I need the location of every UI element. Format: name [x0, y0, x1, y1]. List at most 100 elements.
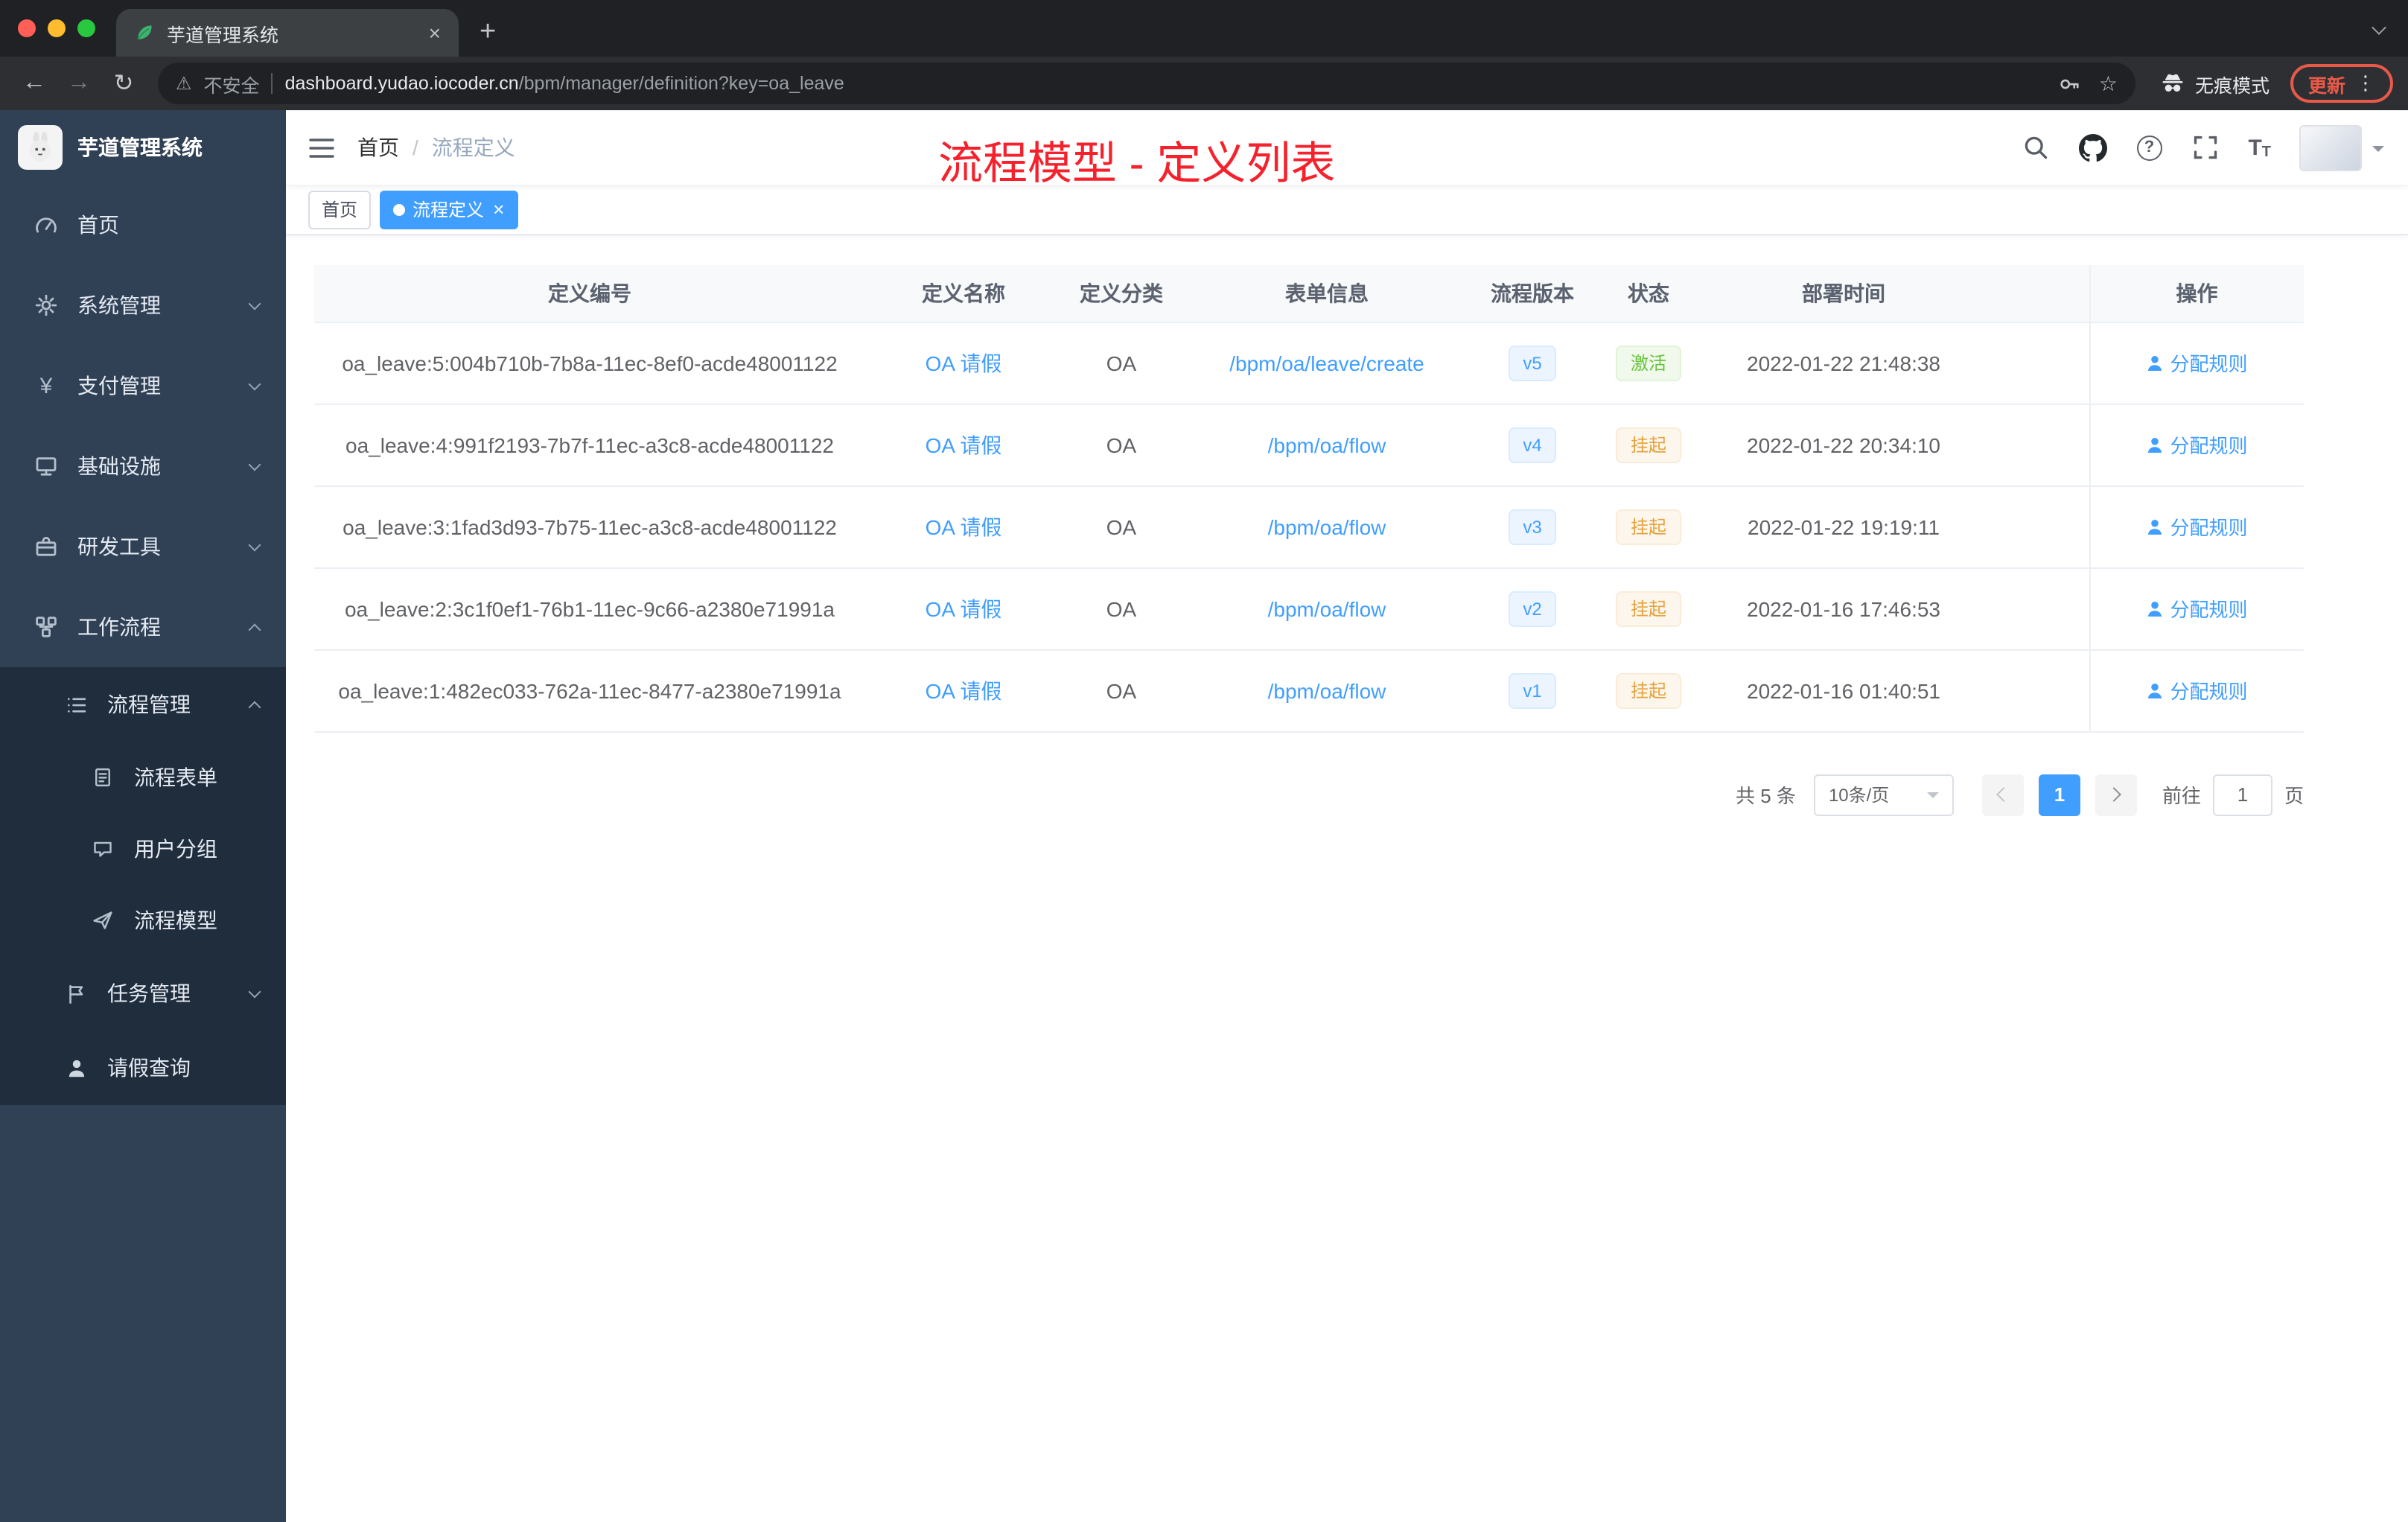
- browser-tabstrip: 芋道管理系统 × +: [0, 0, 2408, 57]
- next-page-button[interactable]: [2095, 774, 2137, 815]
- window-zoom-button[interactable]: [77, 19, 95, 37]
- prev-page-button[interactable]: [1981, 774, 2024, 815]
- version-badge: v4: [1508, 427, 1557, 462]
- active-tag-dot: [393, 203, 406, 215]
- navbar-actions: ? TT: [2020, 124, 2384, 171]
- definition-name-link[interactable]: OA 请假: [926, 678, 1002, 702]
- url-path: /bpm/manager/definition?key=oa_leave: [518, 73, 844, 94]
- form-info-link[interactable]: /bpm/oa/flow: [1268, 433, 1386, 456]
- sidebar-item-devtools[interactable]: 研发工具: [0, 506, 286, 587]
- search-icon[interactable]: [2020, 133, 2050, 162]
- definition-name-link[interactable]: OA 请假: [926, 515, 1002, 538]
- definition-name-link[interactable]: OA 请假: [926, 351, 1002, 375]
- bookmark-star-icon[interactable]: ☆: [2099, 71, 2118, 96]
- address-bar[interactable]: ⚠ 不安全 dashboard.yudao.iocoder.cn/bpm/man…: [158, 63, 2135, 104]
- sidebar-item-payment[interactable]: ¥ 支付管理: [0, 346, 286, 426]
- chevron-left-icon: [1997, 787, 2012, 802]
- tab-search-icon[interactable]: [2372, 20, 2386, 35]
- sidebar-item-user-group[interactable]: 用户分组: [0, 813, 286, 885]
- assign-rule-link[interactable]: 分配规则: [2146, 512, 2248, 541]
- avatar[interactable]: [2299, 124, 2362, 171]
- form-info-link[interactable]: /bpm/oa/flow: [1268, 596, 1386, 620]
- omnibox-divider: [271, 73, 273, 94]
- sidebar-item-system[interactable]: 系统管理: [0, 265, 286, 346]
- sidebar-item-leave-query[interactable]: 请假查询: [0, 1031, 286, 1105]
- dashboard-icon: [33, 213, 60, 237]
- fullscreen-icon[interactable]: [2190, 133, 2220, 162]
- user-avatar-menu[interactable]: [2299, 124, 2384, 171]
- sidebar-item-home[interactable]: 首页: [0, 185, 286, 265]
- goto-label: 前往: [2162, 785, 2201, 807]
- sidebar-item-label: 系统管理: [77, 293, 161, 317]
- breadcrumb-home-link[interactable]: 首页: [357, 133, 399, 162]
- tab-close-icon[interactable]: ×: [423, 19, 447, 46]
- font-size-icon[interactable]: TT: [2248, 135, 2271, 160]
- cell-definition-id: oa_leave:1:482ec033-762a-11ec-8477-a2380…: [314, 649, 865, 732]
- definition-table: 定义编号 定义名称 定义分类 表单信息 流程版本 状态 部署时间 操作 oa_l…: [314, 265, 2304, 732]
- chevron-down-icon: [1926, 792, 1939, 803]
- reload-button[interactable]: ↻: [104, 64, 143, 103]
- password-key-icon[interactable]: [2059, 72, 2081, 95]
- breadcrumb: 首页 / 流程定义: [357, 133, 515, 162]
- sidebar-item-label: 支付管理: [77, 374, 161, 398]
- form-info-link[interactable]: /bpm/oa/flow: [1268, 515, 1386, 538]
- sidebar-item-process-management[interactable]: 流程管理: [0, 667, 286, 742]
- status-badge: 挂起: [1615, 427, 1681, 462]
- gear-icon: [33, 293, 60, 317]
- sidebar-item-process-form[interactable]: 流程表单: [0, 742, 286, 813]
- tag-close-icon[interactable]: ×: [493, 200, 504, 219]
- col-header-version: 流程版本: [1473, 265, 1592, 322]
- sidebar-item-process-model[interactable]: 流程模型: [0, 885, 286, 956]
- table-row: oa_leave:2:3c1f0ef1-76b1-11ec-9c66-a2380…: [314, 567, 2304, 650]
- status-badge: 激活: [1615, 345, 1681, 380]
- help-icon[interactable]: ?: [2136, 135, 2162, 160]
- sidebar-item-workflow[interactable]: 工作流程: [0, 587, 286, 667]
- yen-icon: ¥: [39, 373, 53, 398]
- page-size-select[interactable]: 10条/页: [1813, 774, 1954, 815]
- definition-name-link[interactable]: OA 请假: [926, 433, 1002, 456]
- security-label[interactable]: 不安全: [204, 69, 260, 98]
- chevron-down-icon: [248, 538, 261, 552]
- url-domain: dashboard.yudao.iocoder.cn: [284, 73, 519, 94]
- main-area: 首页 / 流程定义 流程模型 - 定义列表 ? TT 首页 流程定义 × 定义编…: [286, 110, 2408, 1522]
- tag-home[interactable]: 首页: [308, 190, 372, 229]
- browser-window: 芋道管理系统 × + ← → ↻ ⚠ 不安全 dashboard.yudao.i…: [0, 0, 2408, 1522]
- github-icon[interactable]: [2078, 133, 2108, 162]
- forward-button[interactable]: →: [60, 64, 98, 103]
- form-info-link[interactable]: /bpm/oa/flow: [1268, 678, 1386, 702]
- goto-page-input[interactable]: [2212, 774, 2272, 815]
- page-number-button[interactable]: 1: [2038, 774, 2080, 815]
- back-button[interactable]: ←: [15, 64, 54, 103]
- assign-rule-link[interactable]: 分配规则: [2146, 430, 2248, 459]
- browser-tab[interactable]: 芋道管理系统 ×: [116, 9, 459, 57]
- sidebar-item-label: 流程模型: [134, 908, 217, 932]
- cell-spacer: [1982, 322, 2089, 404]
- cell-spacer: [1982, 567, 2089, 650]
- url-text[interactable]: dashboard.yudao.iocoder.cn/bpm/manager/d…: [285, 73, 844, 94]
- logo-avatar: [18, 125, 63, 170]
- browser-update-button[interactable]: 更新 ⋮: [2290, 64, 2393, 103]
- window-close-button[interactable]: [18, 19, 36, 37]
- tag-process-definition[interactable]: 流程定义 ×: [380, 190, 518, 229]
- cell-definition-id: oa_leave:4:991f2193-7b7f-11ec-a3c8-acde4…: [314, 404, 865, 486]
- flag-icon: [63, 982, 89, 1004]
- browser-menu-icon[interactable]: ⋮: [2356, 71, 2375, 95]
- assign-rule-link[interactable]: 分配规则: [2146, 676, 2248, 704]
- definition-name-link[interactable]: OA 请假: [926, 596, 1002, 620]
- sidebar-item-infrastructure[interactable]: 基础设施: [0, 426, 286, 506]
- hamburger-icon[interactable]: [286, 110, 357, 185]
- assign-rule-link[interactable]: 分配规则: [2146, 594, 2248, 623]
- breadcrumb-current: 流程定义: [431, 136, 515, 159]
- sidebar-item-label: 首页: [77, 213, 119, 237]
- person-icon: [63, 1057, 89, 1079]
- assign-rule-link[interactable]: 分配规则: [2146, 348, 2248, 377]
- sidebar-item-task-management[interactable]: 任务管理: [0, 956, 286, 1031]
- breadcrumb-separator: /: [413, 136, 418, 159]
- sidebar-item-label: 流程表单: [134, 765, 217, 789]
- new-tab-button[interactable]: +: [480, 16, 496, 49]
- toolbox-icon: [33, 535, 60, 558]
- window-minimize-button[interactable]: [48, 19, 66, 37]
- pagination: 共 5 条 10条/页 1 前往 页: [314, 774, 2304, 815]
- sidebar-item-label: 基础设施: [77, 454, 161, 478]
- form-info-link[interactable]: /bpm/oa/leave/create: [1229, 351, 1424, 375]
